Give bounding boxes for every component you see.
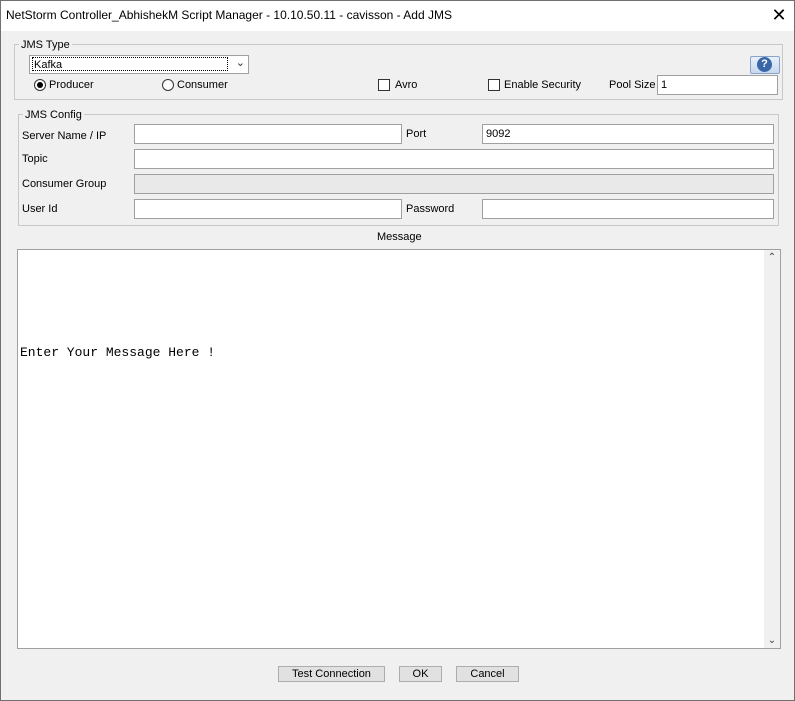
password-label: Password xyxy=(406,203,455,215)
jms-type-legend: JMS Type xyxy=(19,39,72,51)
enable-security-label: Enable Security xyxy=(504,79,582,91)
message-scrollbar[interactable]: ⌃ ⌄ xyxy=(764,250,780,648)
message-textarea[interactable]: Enter Your Message Here ! ⌃ ⌄ xyxy=(17,249,781,649)
pool-size-input[interactable] xyxy=(657,75,778,95)
cancel-button[interactable]: Cancel xyxy=(456,666,519,682)
server-name-input[interactable] xyxy=(134,124,402,144)
message-label: Message xyxy=(377,231,422,243)
password-input[interactable] xyxy=(482,199,774,219)
enable-security-checkbox[interactable] xyxy=(488,79,500,91)
avro-label: Avro xyxy=(395,79,418,91)
scroll-up-icon[interactable]: ⌃ xyxy=(764,252,780,263)
jms-type-select[interactable]: Kafka ⌄ xyxy=(29,55,249,74)
avro-checkbox[interactable] xyxy=(378,79,390,91)
topic-label: Topic xyxy=(22,153,48,165)
jms-type-value: Kafka xyxy=(32,57,228,71)
close-icon[interactable]: ✕ xyxy=(764,1,794,31)
ok-button[interactable]: OK xyxy=(399,666,442,682)
server-name-label: Server Name / IP xyxy=(22,130,107,142)
scroll-down-icon[interactable]: ⌄ xyxy=(764,635,780,646)
help-button[interactable]: ? xyxy=(750,56,780,74)
title-bar: NetStorm Controller_AbhishekM Script Man… xyxy=(1,1,794,31)
jms-config-legend: JMS Config xyxy=(23,109,84,121)
window-title: NetStorm Controller_AbhishekM Script Man… xyxy=(6,8,452,22)
test-connection-button[interactable]: Test Connection xyxy=(278,666,385,682)
add-jms-dialog: NetStorm Controller_AbhishekM Script Man… xyxy=(0,0,795,701)
producer-radio[interactable] xyxy=(34,79,46,91)
port-label: Port xyxy=(406,128,427,140)
help-icon: ? xyxy=(757,57,772,72)
consumer-radio[interactable] xyxy=(162,79,174,91)
message-text: Enter Your Message Here ! xyxy=(20,345,216,360)
user-id-label: User Id xyxy=(22,203,58,215)
consumer-group-label: Consumer Group xyxy=(22,178,107,190)
pool-size-label: Pool Size xyxy=(609,79,656,91)
port-input[interactable] xyxy=(482,124,774,144)
consumer-group-input xyxy=(134,174,774,194)
user-id-input[interactable] xyxy=(134,199,402,219)
producer-label: Producer xyxy=(49,79,94,91)
chevron-down-icon: ⌄ xyxy=(235,57,245,69)
consumer-label: Consumer xyxy=(177,79,228,91)
topic-input[interactable] xyxy=(134,149,774,169)
